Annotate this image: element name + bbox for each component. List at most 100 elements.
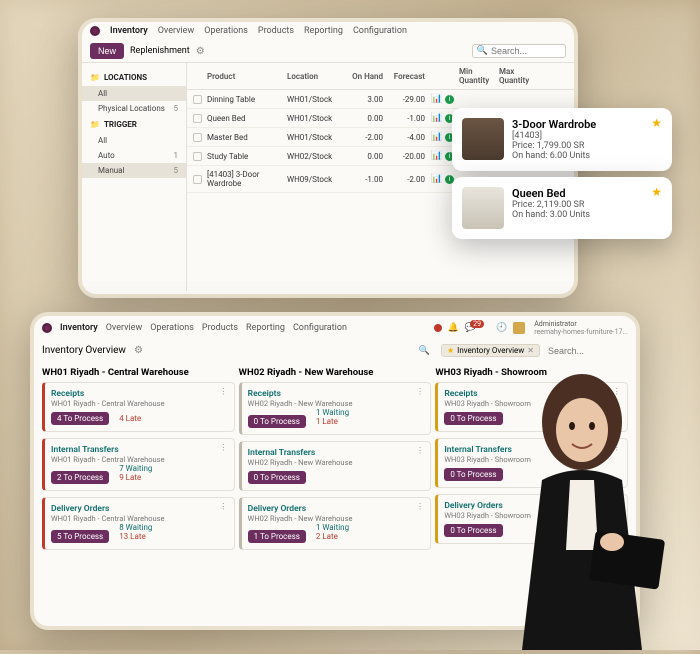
column-title: WH01 Riyadh - Central Warehouse	[42, 367, 235, 382]
card-stats: 1 Waiting2 Late	[316, 523, 349, 541]
sidebar-item-trigger-auto[interactable]: Auto1	[82, 148, 186, 163]
process-button[interactable]: 2 To Process	[51, 471, 109, 484]
nav-reporting[interactable]: Reporting	[246, 323, 285, 333]
card-subtitle: WH01 Riyadh - Central Warehouse	[51, 399, 228, 408]
gear-icon[interactable]: ⚙	[134, 345, 143, 356]
cell-onhand: -1.00	[347, 175, 389, 184]
card-subtitle: WH02 Riyadh - New Warehouse	[248, 399, 425, 408]
chart-icon[interactable]: 📊	[431, 113, 445, 123]
sidebar-item-all-locations[interactable]: All	[82, 86, 186, 101]
app-name[interactable]: Inventory	[60, 323, 98, 333]
nav-operations[interactable]: Operations	[204, 26, 248, 36]
nav-configuration[interactable]: Configuration	[293, 323, 347, 333]
more-icon[interactable]: ⋮	[219, 502, 228, 512]
breadcrumb: Replenishment	[130, 46, 190, 56]
process-button[interactable]: 4 To Process	[51, 412, 109, 425]
info-icon[interactable]: i	[445, 95, 454, 104]
col-min[interactable]: Min Quantity	[459, 67, 499, 85]
bell-icon[interactable]: 🔔	[448, 323, 459, 333]
chart-icon[interactable]: 📊	[431, 174, 445, 184]
more-icon[interactable]: ⋮	[219, 443, 228, 453]
sidebar-item-physical-locations[interactable]: Physical Locations5	[82, 101, 186, 116]
table-row[interactable]: Dinning TableWH01/Stock3.00-29.00📊i	[187, 90, 574, 109]
user-box[interactable]: Administrator reemahy-homes-furniture-17…	[534, 320, 628, 336]
search-icon: 🔍	[477, 46, 488, 56]
col-forecast[interactable]: Forecast	[389, 72, 431, 81]
nav-products[interactable]: Products	[202, 323, 238, 333]
chart-icon[interactable]: 📊	[431, 94, 445, 104]
card-subtitle: WH01 Riyadh - Central Warehouse	[51, 455, 228, 464]
sidebar-item-trigger-manual[interactable]: Manual5	[82, 163, 186, 178]
process-button[interactable]: 0 To Process	[248, 415, 306, 428]
chart-icon[interactable]: 📊	[431, 132, 445, 142]
kanban-card[interactable]: ⋮Delivery OrdersWH02 Riyadh - New Wareho…	[239, 497, 432, 550]
product-image	[462, 118, 504, 160]
card-subtitle: WH02 Riyadh - New Warehouse	[248, 458, 425, 467]
col-location[interactable]: Location	[287, 72, 347, 81]
trigger-header: 📁 TRIGGER	[82, 116, 186, 133]
gear-icon[interactable]: ⚙	[196, 46, 205, 57]
cell-product: Study Table	[207, 152, 287, 161]
user-name: Administrator	[534, 320, 576, 328]
cell-product: Dinning Table	[207, 95, 287, 104]
product-price: Price: 1,799.00 SR	[512, 141, 596, 151]
card-stats: 4 Late	[119, 414, 141, 423]
cell-location: WH01/Stock	[287, 114, 347, 123]
chart-icon[interactable]: 📊	[431, 151, 445, 161]
status-dot-icon[interactable]	[434, 324, 442, 332]
search-input[interactable]	[491, 46, 561, 56]
nav-reporting[interactable]: Reporting	[304, 26, 343, 36]
star-icon[interactable]: ★	[651, 185, 662, 199]
star-icon: ★	[447, 346, 454, 355]
sidebar-item-trigger-all[interactable]: All	[82, 133, 186, 148]
product-title: Queen Bed	[512, 187, 590, 200]
cell-onhand: 0.00	[347, 114, 389, 123]
activity-icon[interactable]: 🕘	[496, 323, 507, 333]
nav-operations[interactable]: Operations	[150, 323, 194, 333]
filter-sidebar: 📁 LOCATIONS All Physical Locations5 📁 TR…	[82, 63, 187, 291]
cell-forecast: -4.00	[389, 133, 431, 142]
process-button[interactable]: 0 To Process	[248, 471, 306, 484]
kanban-card[interactable]: ⋮ReceiptsWH02 Riyadh - New Warehouse0 To…	[239, 382, 432, 435]
col-product[interactable]: Product	[207, 72, 287, 81]
card-title: Delivery Orders	[51, 504, 228, 514]
col-onhand[interactable]: On Hand	[347, 72, 389, 81]
messages-icon[interactable]: 💬29	[465, 323, 490, 333]
search-box[interactable]: 🔍	[472, 44, 566, 58]
row-checkbox[interactable]	[193, 152, 202, 161]
col-max[interactable]: Max Quantity	[499, 67, 539, 85]
kanban-card[interactable]: ⋮Internal TransfersWH01 Riyadh - Central…	[42, 438, 235, 491]
cell-forecast: -1.00	[389, 114, 431, 123]
nav-products[interactable]: Products	[258, 26, 294, 36]
kanban-card[interactable]: ⋮Internal TransfersWH02 Riyadh - New War…	[239, 441, 432, 491]
process-button[interactable]: 1 To Process	[248, 530, 306, 543]
row-checkbox[interactable]	[193, 95, 202, 104]
column-title: WH02 Riyadh - New Warehouse	[239, 367, 432, 382]
process-button[interactable]: 5 To Process	[51, 530, 109, 543]
kanban-card[interactable]: ⋮ReceiptsWH01 Riyadh - Central Warehouse…	[42, 382, 235, 432]
more-icon[interactable]: ⋮	[416, 446, 425, 456]
user-avatar-icon[interactable]	[513, 322, 525, 334]
kanban-card[interactable]: ⋮Delivery OrdersWH01 Riyadh - Central Wa…	[42, 497, 235, 550]
star-icon[interactable]: ★	[651, 116, 662, 130]
cell-onhand: 0.00	[347, 152, 389, 161]
cell-location: WH01/Stock	[287, 133, 347, 142]
nav-overview[interactable]: Overview	[158, 26, 194, 36]
row-checkbox[interactable]	[193, 133, 202, 142]
row-checkbox[interactable]	[193, 175, 202, 184]
nav-overview[interactable]: Overview	[106, 323, 142, 333]
product-card-wardrobe[interactable]: ★ 3-Door Wardrobe [41403] Price: 1,799.0…	[452, 108, 672, 171]
row-checkbox[interactable]	[193, 114, 202, 123]
more-icon[interactable]: ⋮	[416, 387, 425, 397]
messages-badge: 29	[470, 320, 484, 328]
new-button[interactable]: New	[90, 43, 124, 59]
card-subtitle: WH01 Riyadh - Central Warehouse	[51, 514, 228, 523]
more-icon[interactable]: ⋮	[416, 502, 425, 512]
cell-product: Queen Bed	[207, 114, 287, 123]
cell-onhand: -2.00	[347, 133, 389, 142]
app-name[interactable]: Inventory	[110, 26, 148, 36]
cell-location: WH09/Stock	[287, 175, 347, 184]
nav-configuration[interactable]: Configuration	[353, 26, 407, 36]
product-card-queenbed[interactable]: ★ Queen Bed Price: 2,119.00 SR On hand: …	[452, 177, 672, 239]
more-icon[interactable]: ⋮	[219, 387, 228, 397]
